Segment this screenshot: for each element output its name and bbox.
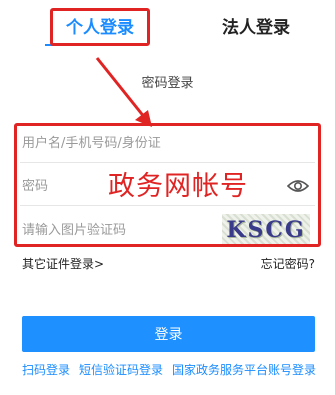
sms-login-link[interactable]: 短信验证码登录	[79, 361, 163, 378]
annotation-highlight-tab	[50, 8, 150, 46]
other-cert-login-link[interactable]: 其它证件登录>	[22, 255, 104, 272]
login-button[interactable]: 登录	[22, 316, 315, 352]
national-platform-login-link[interactable]: 国家政务服务平台账号登录	[172, 361, 316, 378]
scan-login-link[interactable]: 扫码登录	[22, 361, 70, 378]
annotation-label: 政务网帐号	[108, 171, 248, 202]
password-login-title: 密码登录	[141, 76, 194, 91]
forgot-password-link[interactable]: 忘记密码?	[261, 255, 315, 272]
